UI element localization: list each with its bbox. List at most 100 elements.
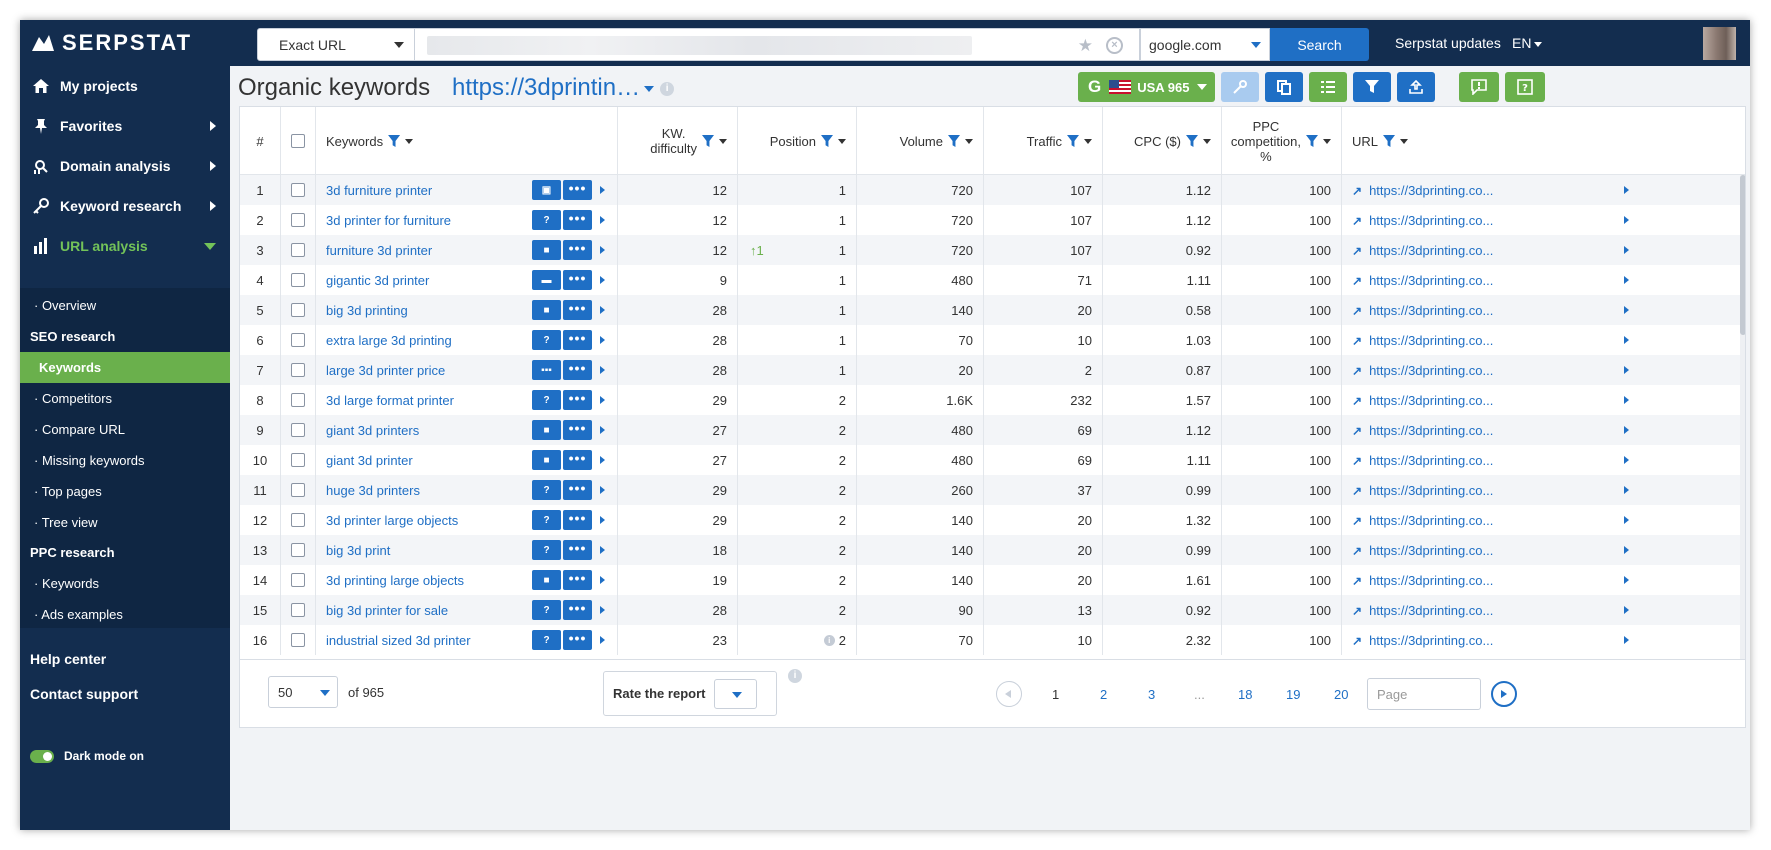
serp-faq-icon[interactable]: ?	[532, 630, 561, 650]
sidebar-item-my-projects[interactable]: My projects	[20, 66, 230, 106]
chevron-right-icon[interactable]	[1624, 606, 1629, 614]
url-link[interactable]: https://3dprinting.co...	[1369, 333, 1493, 348]
filter-icon[interactable]	[821, 135, 833, 147]
sidebar-item-ppc-keywords[interactable]: · Keywords	[20, 568, 230, 599]
row-checkbox[interactable]	[291, 573, 305, 587]
chevron-right-icon[interactable]	[1624, 546, 1629, 554]
row-checkbox[interactable]	[291, 183, 305, 197]
serp-video-icon[interactable]: ■	[532, 570, 561, 590]
url-link[interactable]: https://3dprinting.co...	[1369, 423, 1493, 438]
next-page-button[interactable]	[1491, 681, 1517, 707]
row-checkbox[interactable]	[291, 483, 305, 497]
url-link[interactable]: https://3dprinting.co...	[1369, 513, 1493, 528]
external-link-icon[interactable]: ↗	[1352, 514, 1362, 528]
keyword-link[interactable]: furniture 3d printer	[316, 243, 432, 258]
table-row[interactable]: 2 3d printer for furniture? ••• 12 1 720 107 1.…	[240, 205, 1745, 235]
url-link[interactable]: https://3dprinting.co...	[1369, 453, 1493, 468]
info-icon[interactable]: i	[788, 669, 802, 683]
page-link-18[interactable]: 18	[1238, 687, 1252, 702]
external-link-icon[interactable]: ↗	[1352, 364, 1362, 378]
url-link-wrapper[interactable]: ↗ https://3dprinting.co...	[1342, 333, 1493, 348]
chevron-down-icon[interactable]	[838, 138, 846, 144]
external-link-icon[interactable]: ↗	[1352, 394, 1362, 408]
chevron-right-icon[interactable]	[600, 306, 605, 314]
keyword-link[interactable]: giant 3d printer	[316, 453, 413, 468]
page-link-3[interactable]: 3	[1148, 687, 1155, 702]
prev-page-button[interactable]	[996, 681, 1022, 707]
keyword-link[interactable]: big 3d print	[316, 543, 390, 558]
keyword-link[interactable]: 3d printing large objects	[316, 573, 464, 588]
external-link-icon[interactable]: ↗	[1352, 544, 1362, 558]
url-link-wrapper[interactable]: ↗ https://3dprinting.co...	[1342, 183, 1493, 198]
sidebar-item-top-pages[interactable]: · Top pages	[20, 476, 230, 507]
table-row[interactable]: 9 giant 3d printers ■ ••• 27 2 480 69 1.12 100 ↗ ht…	[240, 415, 1745, 445]
row-checkbox[interactable]	[291, 603, 305, 617]
serp-faq-icon[interactable]: ?	[532, 330, 561, 350]
sidebar-item-favorites[interactable]: Favorites	[20, 106, 230, 146]
table-row[interactable]: 6 extra large 3d printing? ••• 28 1 70 10 1.03 1…	[240, 325, 1745, 355]
external-link-icon[interactable]: ↗	[1352, 454, 1362, 468]
serp-faq-icon[interactable]: ?	[532, 480, 561, 500]
chevron-down-icon[interactable]	[405, 138, 414, 144]
serp-video-icon[interactable]: ■	[532, 300, 561, 320]
more-icon[interactable]: •••	[563, 510, 592, 530]
filter-button[interactable]	[1353, 72, 1391, 102]
avatar[interactable]	[1703, 27, 1736, 60]
url-link-wrapper[interactable]: ↗ https://3dprinting.co...	[1342, 363, 1493, 378]
url-link[interactable]: https://3dprinting.co...	[1369, 243, 1493, 258]
keyword-link[interactable]: 3d printer for furniture	[316, 213, 451, 228]
sidebar-item-tree-view[interactable]: · Tree view	[20, 507, 230, 538]
chevron-right-icon[interactable]	[600, 246, 605, 254]
region-select[interactable]: G USA 965	[1078, 72, 1215, 102]
chevron-right-icon[interactable]	[600, 486, 605, 494]
keyword-link[interactable]: big 3d printer for sale	[316, 603, 448, 618]
col-header-kw-difficulty[interactable]: KW. difficulty	[618, 107, 738, 175]
chevron-right-icon[interactable]	[1624, 426, 1629, 434]
table-row[interactable]: 12 3d printer large objects? ••• 29 2 140 20 1.…	[240, 505, 1745, 535]
serpstat-updates-link[interactable]: Serpstat updates	[1395, 35, 1501, 51]
filter-icon[interactable]	[948, 135, 960, 147]
table-row[interactable]: 16 industrial sized 3d printer? ••• 23 i 2 70 1…	[240, 625, 1745, 655]
external-link-icon[interactable]: ↗	[1352, 334, 1362, 348]
sidebar-item-competitors[interactable]: · Competitors	[20, 383, 230, 414]
url-link-wrapper[interactable]: ↗ https://3dprinting.co...	[1342, 483, 1493, 498]
external-link-icon[interactable]: ↗	[1352, 304, 1362, 318]
search-button[interactable]: Search	[1270, 28, 1369, 61]
chevron-right-icon[interactable]	[1624, 636, 1629, 644]
more-icon[interactable]: •••	[563, 390, 592, 410]
star-icon[interactable]: ★	[1078, 36, 1093, 56]
row-checkbox[interactable]	[291, 393, 305, 407]
chevron-right-icon[interactable]	[600, 546, 605, 554]
url-link-wrapper[interactable]: ↗ https://3dprinting.co...	[1342, 603, 1493, 618]
url-link-wrapper[interactable]: ↗ https://3dprinting.co...	[1342, 513, 1493, 528]
rows-per-page-select[interactable]: 50	[268, 676, 338, 708]
more-icon[interactable]: •••	[563, 570, 592, 590]
chevron-right-icon[interactable]	[600, 216, 605, 224]
chevron-down-icon[interactable]	[1400, 138, 1409, 144]
col-header-volume[interactable]: Volume	[857, 107, 984, 175]
chevron-down-icon[interactable]	[1323, 138, 1331, 144]
table-row[interactable]: 8 3d large format printer? ••• 29 2 1.6K 232 1.…	[240, 385, 1745, 415]
more-icon[interactable]: •••	[563, 360, 592, 380]
url-link[interactable]: https://3dprinting.co...	[1369, 603, 1493, 618]
col-header-cpc[interactable]: CPC ($)	[1103, 107, 1222, 175]
filter-icon[interactable]	[702, 135, 714, 147]
url-link-wrapper[interactable]: ↗ https://3dprinting.co...	[1342, 273, 1493, 288]
rate-report-select[interactable]	[714, 679, 757, 709]
external-link-icon[interactable]: ↗	[1352, 184, 1362, 198]
filter-icon[interactable]	[388, 135, 401, 147]
page-number-input[interactable]: Page	[1367, 678, 1481, 710]
more-icon[interactable]: •••	[563, 480, 592, 500]
table-scrollbar[interactable]	[1740, 175, 1745, 659]
row-checkbox[interactable]	[291, 513, 305, 527]
table-row[interactable]: 15 big 3d printer for sale? ••• 28 2 90 13 0.92…	[240, 595, 1745, 625]
url-link[interactable]: https://3dprinting.co...	[1369, 633, 1493, 648]
table-row[interactable]: 14 3d printing large objects ■ ••• 19 2 140 20 1…	[240, 565, 1745, 595]
external-link-icon[interactable]: ↗	[1352, 424, 1362, 438]
external-link-icon[interactable]: ↗	[1352, 274, 1362, 288]
keyword-link[interactable]: big 3d printing	[316, 303, 408, 318]
chevron-right-icon[interactable]	[600, 606, 605, 614]
table-row[interactable]: 5 big 3d printing ■ ••• 28 1 140 20 0.58 100 ↗ http…	[240, 295, 1745, 325]
more-icon[interactable]: •••	[563, 240, 592, 260]
serpstat-logo[interactable]: SERPSTAT	[30, 30, 192, 56]
